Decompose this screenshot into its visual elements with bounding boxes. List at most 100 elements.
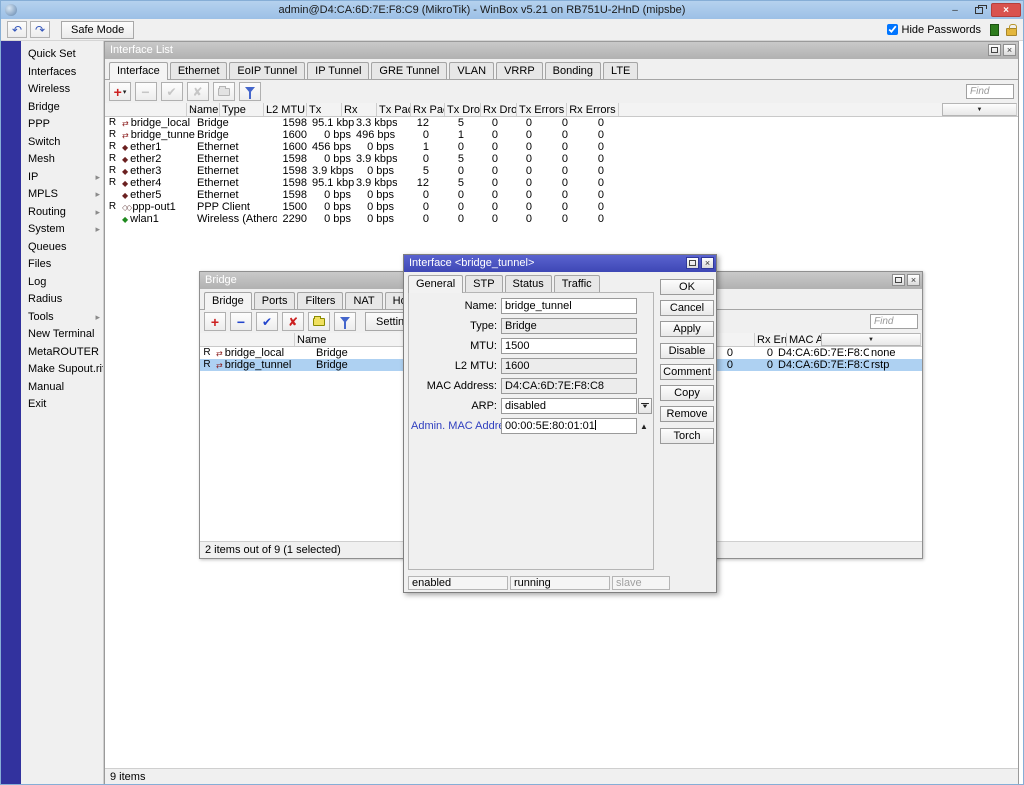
tab[interactable]: Bridge [204, 292, 252, 310]
field-input[interactable]: Bridge [501, 318, 637, 334]
tab[interactable]: Filters [297, 292, 343, 309]
close-icon[interactable]: × [991, 3, 1021, 17]
sidebar-item[interactable]: Mesh ▸ [21, 151, 103, 169]
dialog-button[interactable]: Torch [660, 428, 714, 444]
tab[interactable]: VLAN [449, 62, 494, 79]
collapse-arrow-icon[interactable]: ▲ [640, 422, 648, 431]
sidebar-item[interactable]: Manual ▸ [21, 379, 103, 397]
remove-button[interactable]: − [230, 312, 252, 331]
sidebar-item[interactable]: Radius ▸ [21, 291, 103, 309]
field-input[interactable]: 1500 [501, 338, 637, 354]
column-header[interactable]: Tx Errors [517, 103, 567, 116]
column-header[interactable]: Tx Pac... [377, 103, 411, 116]
sidebar-item[interactable]: New Terminal ▸ [21, 326, 103, 344]
find-input[interactable] [966, 84, 1014, 99]
column-selector-icon[interactable]: ▼ [821, 333, 921, 346]
table-row[interactable]: R ◆ether3 Ethernet 1598 3.9 kbps 0 bps 5… [105, 165, 1018, 177]
close-icon[interactable]: × [1003, 44, 1016, 56]
dialog-button[interactable]: Disable [660, 343, 714, 359]
sidebar-item[interactable]: Files ▸ [21, 256, 103, 274]
sidebar-item[interactable]: Switch ▸ [21, 134, 103, 152]
table-row[interactable]: R ⇄bridge_tunnel Bridge 1600 0 bps 496 b… [105, 129, 1018, 141]
tab[interactable]: VRRP [496, 62, 543, 79]
tab[interactable]: NAT [345, 292, 382, 309]
dialog-button[interactable]: Remove [660, 406, 714, 422]
table-row[interactable]: R ◆ether4 Ethernet 1598 95.1 kbps 3.9 kb… [105, 177, 1018, 189]
hide-passwords-checkbox[interactable] [887, 24, 898, 35]
tab[interactable]: LTE [603, 62, 638, 79]
tab[interactable]: Ethernet [170, 62, 228, 79]
dialog-button[interactable]: Cancel [660, 300, 714, 316]
sidebar-item[interactable]: System ▸ [21, 221, 103, 239]
redo-icon[interactable]: ↷ [30, 21, 50, 38]
sidebar-item[interactable]: Tools ▸ [21, 309, 103, 327]
sidebar-item[interactable]: Exit ▸ [21, 396, 103, 414]
enable-button[interactable]: ✔ [256, 312, 278, 331]
tab[interactable]: EoIP Tunnel [229, 62, 305, 79]
sidebar-item[interactable]: IP ▸ [21, 169, 103, 187]
column-header[interactable] [200, 333, 295, 346]
field-input[interactable]: 00:00:5E:80:01:01 [501, 418, 637, 434]
column-header[interactable]: Tx [307, 103, 342, 116]
disable-button[interactable]: ✘ [282, 312, 304, 331]
tab[interactable]: GRE Tunnel [371, 62, 447, 79]
table-row[interactable]: R ◇◇ppp-out1 PPP Client 1500 0 bps 0 bps… [105, 201, 1018, 213]
disable-button[interactable]: ✘ [187, 82, 209, 101]
sidebar-item[interactable]: Quick Set ▸ [21, 46, 103, 64]
dialog-button[interactable]: Comment [660, 364, 714, 380]
column-header[interactable]: Rx Errors [567, 103, 618, 116]
column-header[interactable]: Type [220, 103, 264, 116]
tab[interactable]: General [408, 275, 463, 293]
column-header[interactable] [105, 103, 187, 116]
field-input[interactable]: D4:CA:6D:7E:F8:C8 [501, 378, 637, 394]
enable-button[interactable]: ✔ [161, 82, 183, 101]
close-icon[interactable]: × [701, 257, 714, 269]
field-input[interactable]: bridge_tunnel [501, 298, 637, 314]
tab[interactable]: Bonding [545, 62, 601, 79]
sidebar-item[interactable]: Interfaces ▸ [21, 64, 103, 82]
close-icon[interactable]: × [907, 274, 920, 286]
minimize-icon[interactable]: – [943, 3, 967, 17]
comment-button[interactable] [308, 312, 330, 331]
add-button[interactable]: +▾ [109, 82, 131, 101]
tab[interactable]: IP Tunnel [307, 62, 369, 79]
dialog-button[interactable]: Apply [660, 321, 714, 337]
sidebar-item[interactable]: Routing ▸ [21, 204, 103, 222]
add-button[interactable]: + [204, 312, 226, 331]
column-header[interactable]: Rx Drops [481, 103, 517, 116]
column-header[interactable]: Rx Pac... [411, 103, 445, 116]
dropdown-button[interactable]: ▼ [638, 398, 652, 414]
safe-mode-button[interactable]: Safe Mode [61, 21, 134, 39]
remove-button[interactable]: − [135, 82, 157, 101]
column-header[interactable]: Tx Drops [445, 103, 481, 116]
restore-icon[interactable] [988, 44, 1001, 56]
column-header[interactable]: Rx Errors [755, 333, 787, 346]
table-row[interactable]: ◆ether5 Ethernet 1598 0 bps 0 bps 0 0 0 … [105, 189, 1018, 201]
filter-button[interactable] [239, 82, 261, 101]
column-selector-icon[interactable]: ▼ [942, 103, 1017, 116]
tab[interactable]: Traffic [554, 275, 600, 292]
field-input[interactable]: 1600 [501, 358, 637, 374]
tab[interactable]: Interface [109, 62, 168, 80]
dialog-button[interactable]: Copy [660, 385, 714, 401]
column-header[interactable]: L2 MTU [264, 103, 307, 116]
restore-icon[interactable] [686, 257, 699, 269]
sidebar-item[interactable]: Log ▸ [21, 274, 103, 292]
sidebar-item[interactable]: Bridge ▸ [21, 99, 103, 117]
tab[interactable]: Status [505, 275, 552, 292]
table-row[interactable]: R ◆ether2 Ethernet 1598 0 bps 3.9 kbps 0… [105, 153, 1018, 165]
tab[interactable]: STP [465, 275, 502, 292]
interface-table-header[interactable]: ∕ ▼ NameTypeL2 MTUTxRxTx Pac...Rx Pac...… [105, 103, 1018, 117]
sidebar-item[interactable]: Wireless ▸ [21, 81, 103, 99]
sidebar-item[interactable]: Queues ▸ [21, 239, 103, 257]
field-input[interactable]: disabled [501, 398, 637, 414]
table-row[interactable]: ◆wlan1 Wireless (Atheros 11N) 2290 0 bps… [105, 213, 1018, 225]
tab[interactable]: Ports [254, 292, 296, 309]
restore-icon[interactable] [892, 274, 905, 286]
undo-icon[interactable]: ↶ [7, 21, 27, 38]
sidebar-item[interactable]: Make Supout.rif ▸ [21, 361, 103, 379]
sidebar-item[interactable]: MetaROUTER ▸ [21, 344, 103, 362]
comment-button[interactable] [213, 82, 235, 101]
maximize-icon[interactable] [967, 3, 991, 17]
filter-button[interactable] [334, 312, 356, 331]
